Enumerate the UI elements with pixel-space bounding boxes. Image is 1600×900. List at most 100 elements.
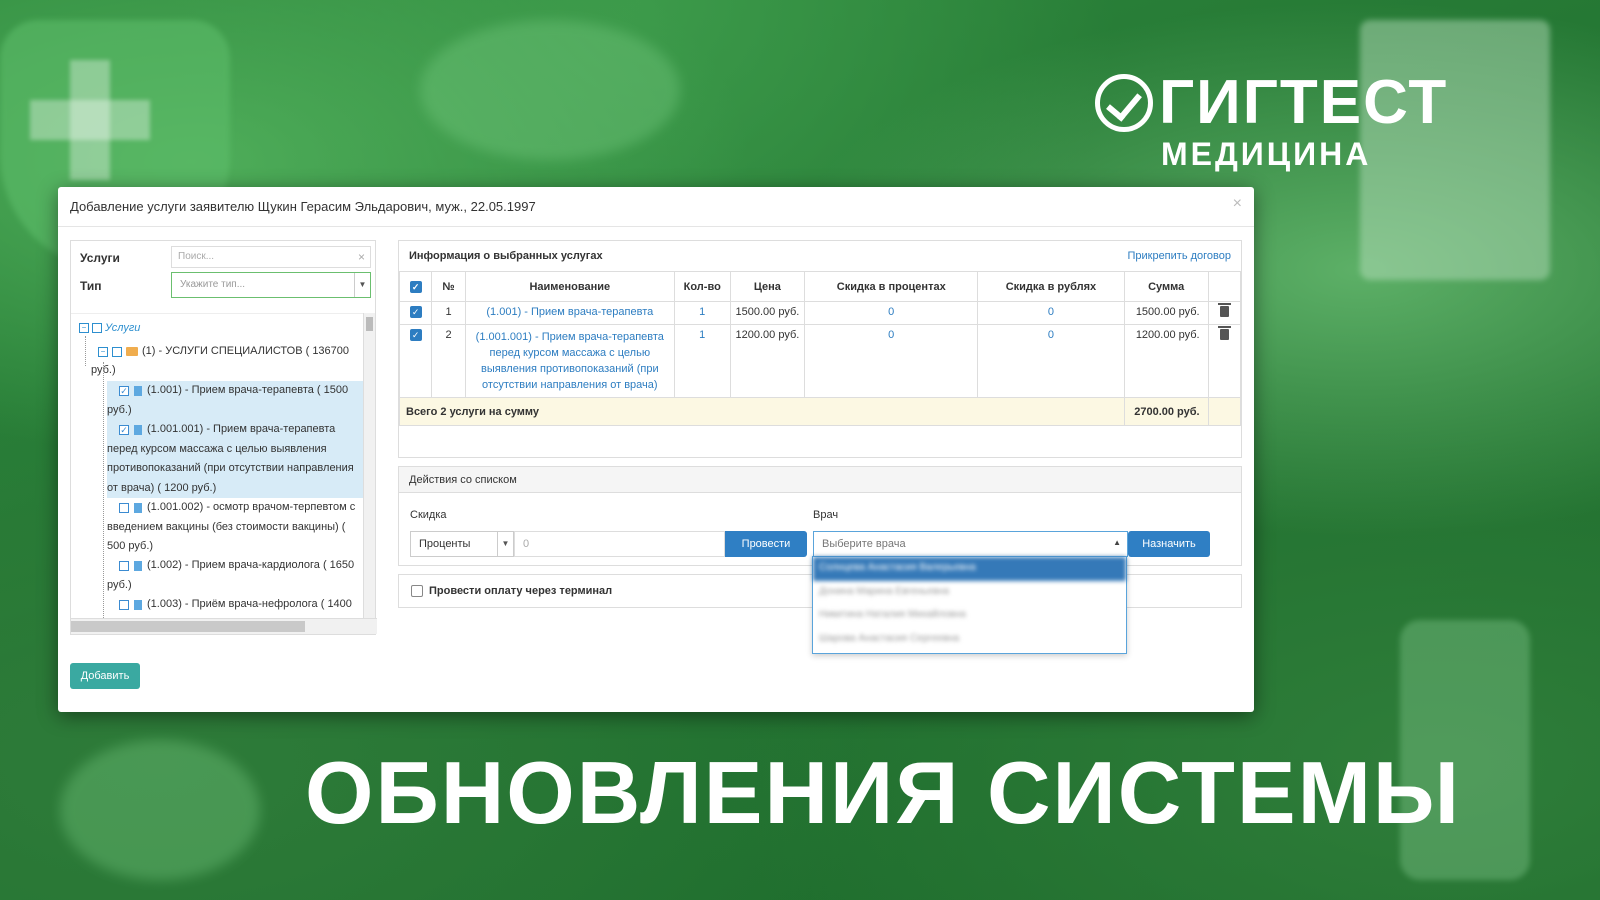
assign-doctor-button[interactable]: Назначить [1128,531,1210,557]
trash-icon[interactable] [1217,303,1231,317]
add-button[interactable]: Добавить [70,663,140,689]
checkbox-empty-icon[interactable] [119,560,129,571]
table-row: ✓ 2 (1.001.001) - Прием врача-терапевта … [398,324,1242,398]
caret-down-icon: ▼ [354,273,370,297]
discount-type-select[interactable]: Проценты ▼ [410,531,514,557]
row-sum: 1500.00 руб. [1123,301,1209,325]
row-sum: 1200.00 руб. [1123,324,1209,398]
row-delete-cell [1207,301,1242,325]
column-header: Сумма [1123,271,1209,302]
column-header: Кол-во [673,271,731,302]
scrollbar-thumb[interactable] [71,621,305,632]
tree-item-label: 500 руб.) [107,540,154,552]
tree-item-label: от врача) ( 1200 руб.) [107,481,217,494]
terminal-checkbox[interactable] [411,585,423,597]
services-tree: − Услуги − (1) - УСЛУГИ СПЕЦИАЛИСТОВ ( 1… [71,313,363,619]
total-value: 2700.00 руб. [1123,397,1209,426]
tree-checkbox[interactable] [92,323,102,333]
filter-form: Услуги Поиск... × Тип Укажите тип... ▼ [71,241,375,309]
checkbox-empty-icon[interactable] [119,502,129,513]
row-name-cell: (1.001.001) - Прием врача-терапевта пере… [464,324,675,398]
tree-item[interactable]: (1.002) - Прием врача-кардиолога ( 1650 … [107,556,363,595]
table-header-row: ✓ № Наименование Кол-во Цена Скидка в пр… [398,271,1242,302]
column-header: Скидка в рублях [977,271,1125,302]
tree-checkbox[interactable] [112,346,122,357]
tree-item-label: руб.) [107,578,132,591]
tree-item[interactable]: ✓ (1.001) - Прием врача-терапевта ( 1500… [107,381,363,420]
attach-contract-link[interactable]: Прикрепить договор [1127,250,1231,262]
service-link[interactable]: (1.001) - Прием врача-терапевта [486,306,653,318]
type-select[interactable]: Укажите тип... ▼ [171,272,371,298]
tree-line [103,362,104,619]
headline: ОБНОВЛЕНИЯ СИСТЕМЫ [305,743,1462,842]
column-header: № [431,271,466,302]
file-icon [134,385,142,396]
doctor-option[interactable]: Солнцевa Анастасия Валерьевна [813,557,1126,581]
total-row: Всего 2 услуги на сумму 2700.00 руб. [399,397,1242,426]
row-select-cell: ✓ [398,324,433,398]
checkbox-checked-icon[interactable]: ✓ [119,424,129,435]
row-qty-cell: 1 [673,301,731,325]
service-link[interactable]: (1.001.001) - Прием врача-терапевта пере… [476,331,664,391]
row-checkbox[interactable]: ✓ [409,329,422,341]
tree-item-label: (1.001) - Прием врача-терапевта ( 1500 [147,384,349,396]
row-qty-cell: 1 [673,324,731,398]
discount-rub-link[interactable]: 0 [1048,306,1054,318]
clear-icon[interactable]: × [358,250,365,264]
discount-percent-link[interactable]: 0 [888,306,894,318]
tree-item[interactable]: (1.003) - Приём врача-нефролога ( 1400 [107,595,363,615]
checkbox-checked-icon[interactable]: ✓ [119,385,129,396]
doctor-select[interactable]: Выберите врача ▲ [813,531,1128,557]
vertical-scrollbar[interactable] [363,313,375,619]
qty-link[interactable]: 1 [699,306,705,318]
collapse-icon[interactable]: − [79,323,89,333]
checkbox-empty-icon[interactable] [119,599,129,610]
tree-item[interactable]: (1.001.002) - осмотр врачом-терпевтом с … [107,498,363,557]
discount-rub-link[interactable]: 0 [1048,329,1054,341]
tree-item-label: (1.001.002) - осмотр врачом-терпевтом с [147,501,356,513]
file-icon [134,424,142,435]
logo-subtitle: МЕДИЦИНА [1161,136,1372,172]
column-header: Цена [729,271,806,302]
select-all-cell: ✓ [398,271,433,302]
services-table: ✓ № Наименование Кол-во Цена Скидка в пр… [398,271,1242,426]
type-label: Тип [80,279,102,293]
doctor-option[interactable]: Донина Марина Евгеньевна [813,581,1126,605]
table-row: ✓ 1 (1.001) - Прием врача-терапевта 1 15… [398,301,1242,325]
file-icon [134,502,142,513]
selected-services-panel: Информация о выбранных услугах Прикрепит… [398,240,1242,458]
search-input[interactable]: Поиск... × [171,246,371,268]
close-icon[interactable]: × [1233,195,1242,213]
trash-icon[interactable] [1217,326,1231,340]
doctor-dropdown: Солнцевa Анастасия Валерьевна Донина Мар… [812,556,1127,654]
select-all-checkbox[interactable]: ✓ [409,280,422,293]
discount-label: Скидка [410,509,447,521]
apply-discount-button[interactable]: Провести [725,531,807,557]
cross-decoration [30,100,150,140]
total-empty-cell [1207,397,1242,426]
qty-link[interactable]: 1 [699,329,705,341]
discount-input[interactable]: 0 [514,531,725,557]
scrollbar-thumb[interactable] [366,317,373,331]
row-checkbox[interactable]: ✓ [409,306,422,318]
doctor-label: Врач [813,509,839,521]
services-tree-panel: Услуги Поиск... × Тип Укажите тип... ▼ −… [70,240,377,635]
column-header: Наименование [464,271,675,302]
caret-down-icon: ▼ [497,532,513,556]
row-disc-pct-cell: 0 [804,324,979,398]
tree-category-label: (1) - УСЛУГИ СПЕЦИАЛИСТОВ ( 136700 [142,345,350,357]
doctor-option[interactable]: Шарова Анастасия Сергеевна [813,628,1126,652]
doctor-option[interactable]: Никитина Наталия Михайловна [813,604,1126,628]
horizontal-scrollbar[interactable] [71,618,377,634]
row-name-cell: (1.001) - Прием врача-терапевта [464,301,675,325]
tree-category[interactable]: − (1) - УСЛУГИ СПЕЦИАЛИСТОВ ( 136700 [98,342,349,362]
panel-header: Информация о выбранных услугах Прикрепит… [399,241,1241,271]
collapse-icon[interactable]: − [98,346,108,357]
discount-type-value: Проценты [419,538,471,550]
tree-item[interactable]: ✓ (1.001.001) - Прием врача-терапевта пе… [107,420,363,498]
discount-percent-link[interactable]: 0 [888,329,894,341]
check-circle-icon [1095,74,1153,132]
tree-root[interactable]: − Услуги [79,322,140,334]
row-number: 2 [431,324,466,398]
row-price: 1200.00 руб. [729,324,806,398]
